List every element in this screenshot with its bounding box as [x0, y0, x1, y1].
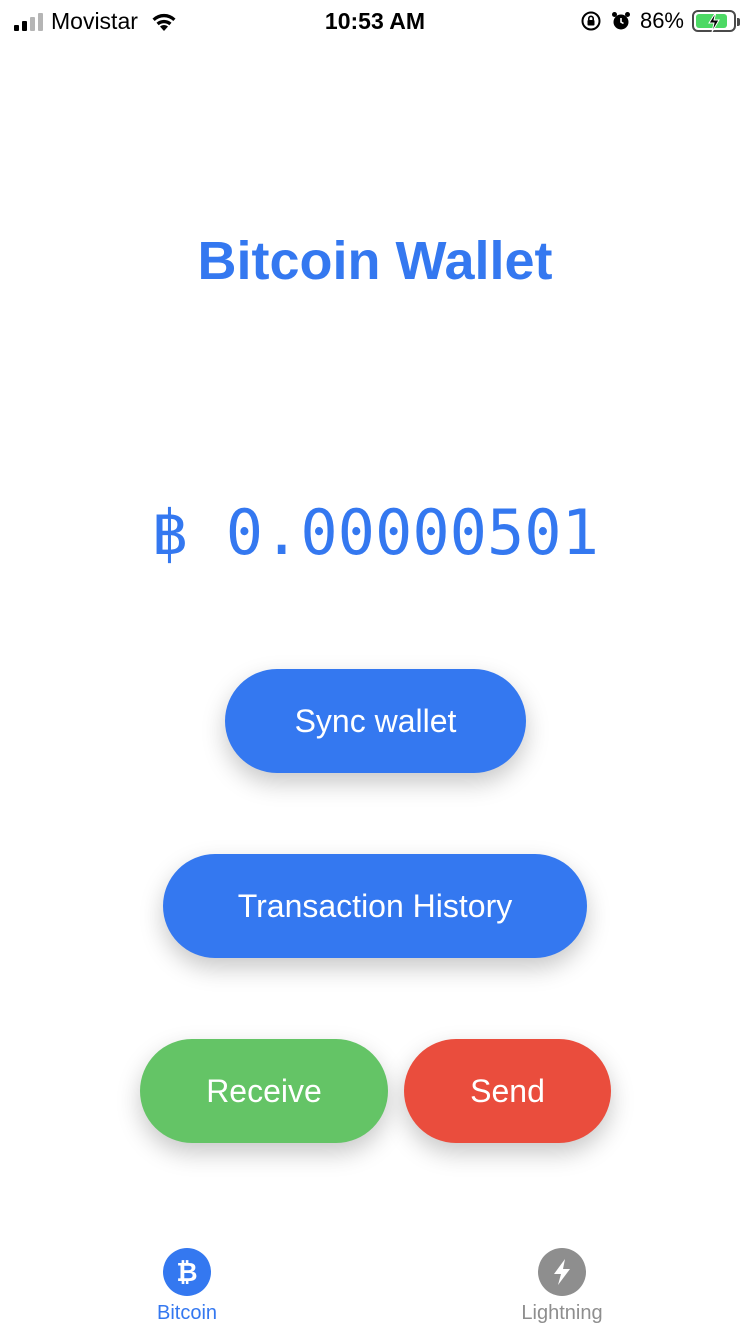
- page-title: Bitcoin Wallet: [197, 231, 553, 291]
- sync-wallet-button[interactable]: Sync wallet: [225, 669, 526, 773]
- bitcoin-symbol: ฿: [151, 496, 189, 569]
- tab-lightning[interactable]: Lightning: [462, 1248, 662, 1334]
- alarm-icon: [611, 12, 630, 30]
- wallet-balance: ฿ 0.00000501: [0, 496, 750, 569]
- battery-percent: 86%: [639, 8, 684, 33]
- send-button[interactable]: Send: [404, 1039, 611, 1143]
- receive-button[interactable]: Receive: [140, 1039, 388, 1143]
- bitcoin-icon: ₿: [163, 1248, 211, 1296]
- wallet-screen: Movistar 10:53 AM 86% Bitcoin Wallet ฿ 0…: [0, 0, 750, 1334]
- status-bar: Movistar 10:53 AM 86%: [0, 0, 750, 40]
- transaction-history-button[interactable]: Transaction History: [163, 854, 587, 958]
- tab-lightning-label: Lightning: [521, 1302, 603, 1324]
- orientation-lock-icon: [581, 11, 601, 31]
- balance-amount: 0.00000501: [225, 496, 599, 569]
- tab-bitcoin-label: Bitcoin: [156, 1302, 218, 1324]
- status-right: 86%: [580, 8, 740, 34]
- lightning-icon: [538, 1248, 586, 1296]
- tab-bitcoin[interactable]: ₿ Bitcoin: [87, 1248, 287, 1334]
- battery-charging-icon: [692, 10, 740, 33]
